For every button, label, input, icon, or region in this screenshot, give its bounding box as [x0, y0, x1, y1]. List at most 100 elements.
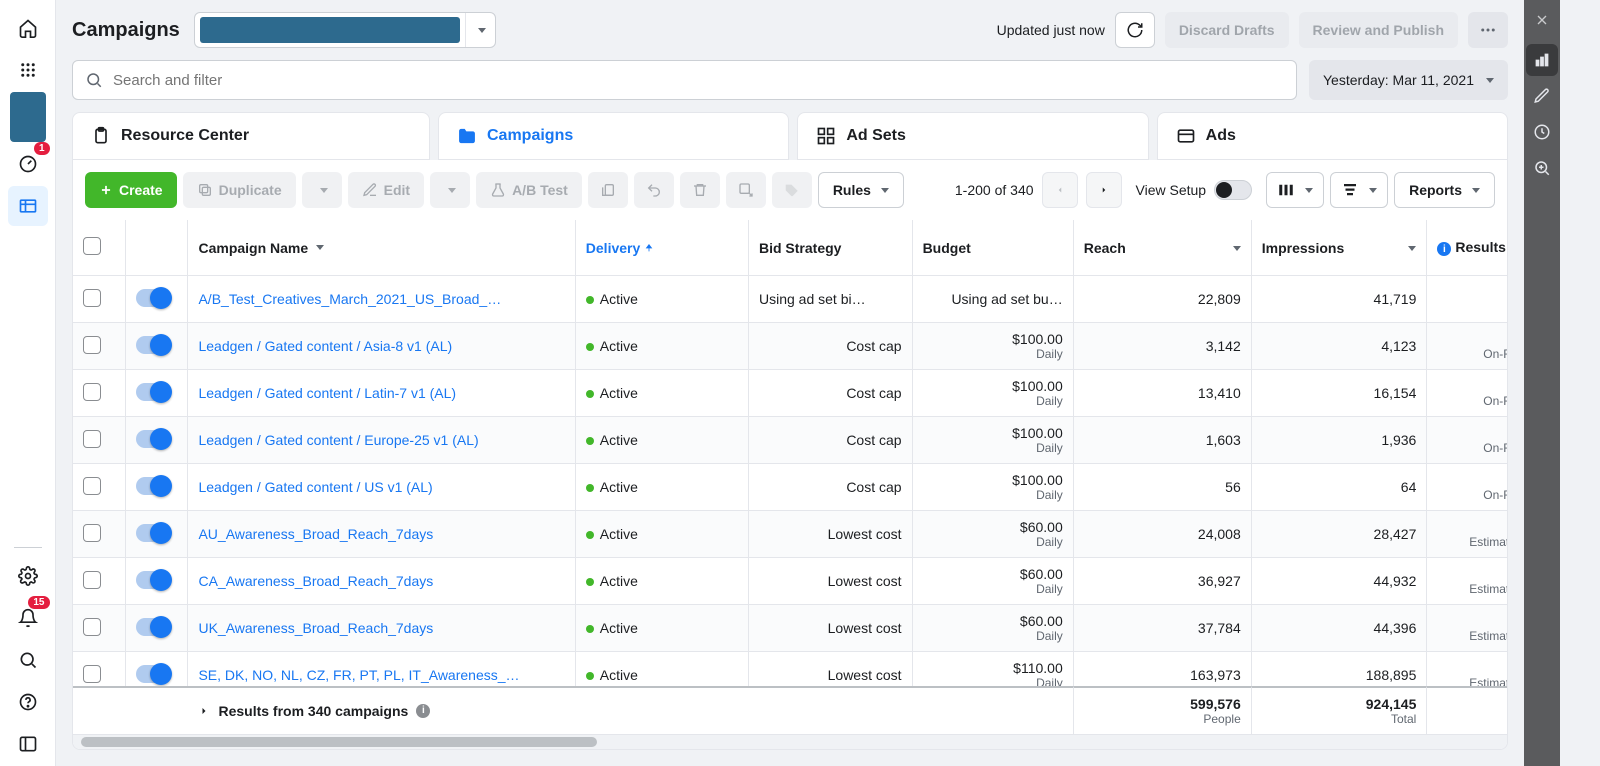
next-page-button[interactable]	[1086, 172, 1122, 208]
row-checkbox[interactable]	[73, 323, 126, 370]
col-results[interactable]: iResults	[1427, 220, 1507, 276]
search-input[interactable]	[72, 60, 1297, 100]
duplicate-button[interactable]: Duplicate	[183, 172, 296, 208]
row-checkbox[interactable]	[73, 370, 126, 417]
columns-button[interactable]	[1266, 172, 1324, 208]
row-checkbox[interactable]	[73, 417, 126, 464]
switch-off[interactable]	[1214, 180, 1252, 200]
campaign-name-cell[interactable]: Leadgen / Gated content / Asia-8 v1 (AL)	[188, 323, 575, 370]
abtest-button[interactable]: A/B Test	[476, 172, 582, 208]
row-toggle[interactable]	[126, 511, 189, 558]
close-icon[interactable]	[1526, 6, 1558, 34]
row-toggle[interactable]	[126, 323, 189, 370]
campaign-name-cell[interactable]: AU_Awareness_Broad_Reach_7days	[188, 511, 575, 558]
row-toggle[interactable]	[126, 370, 189, 417]
account-avatar[interactable]	[10, 92, 46, 142]
discard-drafts-button[interactable]: Discard Drafts	[1165, 12, 1289, 48]
main-area: Campaigns Updated just now Discard Draft…	[56, 0, 1524, 766]
bell-icon[interactable]: 15	[8, 598, 48, 638]
col-bid[interactable]: Bid Strategy	[749, 220, 913, 276]
campaign-name-cell[interactable]: UK_Awareness_Broad_Reach_7days	[188, 605, 575, 652]
account-selected	[200, 17, 460, 43]
reports-button[interactable]: Reports	[1394, 172, 1495, 208]
history-icon[interactable]	[1526, 116, 1558, 148]
info-icon[interactable]: i	[416, 704, 430, 718]
col-budget[interactable]: Budget	[913, 220, 1074, 276]
row-toggle[interactable]	[126, 464, 189, 511]
col-delivery[interactable]: Delivery	[576, 220, 749, 276]
gear-icon[interactable]	[8, 556, 48, 596]
col-name[interactable]: Campaign Name	[188, 220, 575, 276]
prev-page-button[interactable]	[1042, 172, 1078, 208]
gauge-icon[interactable]: 1	[8, 144, 48, 184]
table-row[interactable]: Leadgen / Gated content / Latin-7 v1 (AL…	[73, 370, 1507, 417]
bid-cell: Cost cap	[749, 323, 913, 370]
table-row[interactable]: Leadgen / Gated content / Europe-25 v1 (…	[73, 417, 1507, 464]
apps-icon[interactable]	[8, 50, 48, 90]
search-icon[interactable]	[8, 640, 48, 680]
row-checkbox[interactable]	[73, 558, 126, 605]
table-row[interactable]: Leadgen / Gated content / US v1 (AL)Acti…	[73, 464, 1507, 511]
campaign-name-cell[interactable]: Leadgen / Gated content / US v1 (AL)	[188, 464, 575, 511]
row-toggle[interactable]	[126, 276, 189, 323]
create-button[interactable]: Create	[85, 172, 177, 208]
top-bar: Campaigns Updated just now Discard Draft…	[56, 0, 1524, 60]
pencil-icon[interactable]	[1526, 80, 1558, 112]
campaign-name-cell[interactable]: CA_Awareness_Broad_Reach_7days	[188, 558, 575, 605]
tag-button[interactable]	[772, 172, 812, 208]
review-publish-button[interactable]: Review and Publish	[1299, 12, 1458, 48]
edit-button[interactable]: Edit	[348, 172, 424, 208]
chevron-right-icon[interactable]	[198, 705, 210, 717]
tab-campaigns[interactable]: Campaigns	[438, 112, 789, 160]
table-row[interactable]: A/B_Test_Creatives_March_2021_US_Broad_……	[73, 276, 1507, 323]
search-field[interactable]	[113, 72, 1284, 89]
results-cell: 3,730Estimated Ad Recall …	[1427, 558, 1507, 605]
copy-button[interactable]	[588, 172, 628, 208]
tab-ads[interactable]: Ads	[1157, 112, 1508, 160]
tab-resource-center[interactable]: Resource Center	[72, 112, 430, 160]
edit-dropdown[interactable]	[430, 172, 470, 208]
row-checkbox[interactable]	[73, 511, 126, 558]
table-row[interactable]: CA_Awareness_Broad_Reach_7daysActiveLowe…	[73, 558, 1507, 605]
col-checkbox[interactable]	[73, 220, 126, 276]
campaign-name-cell[interactable]: A/B_Test_Creatives_March_2021_US_Broad_…	[188, 276, 575, 323]
campaigns-table: Campaign Name Delivery Bid Strategy Budg…	[73, 220, 1507, 735]
delete-button[interactable]	[680, 172, 720, 208]
home-icon[interactable]	[8, 8, 48, 48]
chart-icon[interactable]	[1526, 44, 1558, 76]
campaigns-table-wrap[interactable]: Campaign Name Delivery Bid Strategy Budg…	[73, 220, 1507, 735]
row-toggle[interactable]	[126, 417, 189, 464]
row-checkbox[interactable]	[73, 605, 126, 652]
horizontal-scrollbar[interactable]	[73, 735, 1507, 749]
chevron-down-icon[interactable]	[465, 13, 495, 47]
table-row[interactable]: AU_Awareness_Broad_Reach_7daysActiveLowe…	[73, 511, 1507, 558]
more-icon[interactable]	[1468, 12, 1508, 48]
campaign-name-cell[interactable]: Leadgen / Gated content / Europe-25 v1 (…	[188, 417, 575, 464]
row-checkbox[interactable]	[73, 276, 126, 323]
account-picker[interactable]	[194, 12, 496, 48]
view-setup-toggle[interactable]: View Setup	[1136, 180, 1253, 200]
col-reach[interactable]: Reach	[1074, 220, 1252, 276]
results-cell: 32On-Facebook Leads	[1427, 370, 1507, 417]
row-toggle[interactable]	[126, 558, 189, 605]
table-row[interactable]: Leadgen / Gated content / Asia-8 v1 (AL)…	[73, 323, 1507, 370]
campaign-name-cell[interactable]: Leadgen / Gated content / Latin-7 v1 (AL…	[188, 370, 575, 417]
row-checkbox[interactable]	[73, 464, 126, 511]
entity-tabs: Resource Center Campaigns Ad Sets Ads	[56, 112, 1524, 160]
date-range-picker[interactable]: Yesterday: Mar 11, 2021	[1309, 60, 1508, 100]
zoom-icon[interactable]	[1526, 152, 1558, 184]
export-button[interactable]	[726, 172, 766, 208]
refresh-button[interactable]	[1115, 12, 1155, 48]
undo-button[interactable]	[634, 172, 674, 208]
impressions-cell: 4,123	[1252, 323, 1428, 370]
table-icon[interactable]	[8, 186, 48, 226]
col-impressions[interactable]: Impressions	[1252, 220, 1428, 276]
duplicate-dropdown[interactable]	[302, 172, 342, 208]
row-toggle[interactable]	[126, 605, 189, 652]
collapse-icon[interactable]	[8, 724, 48, 764]
rules-button[interactable]: Rules	[818, 172, 904, 208]
tab-adsets[interactable]: Ad Sets	[797, 112, 1148, 160]
breakdown-button[interactable]	[1330, 172, 1388, 208]
help-icon[interactable]	[8, 682, 48, 722]
table-row[interactable]: UK_Awareness_Broad_Reach_7daysActiveLowe…	[73, 605, 1507, 652]
